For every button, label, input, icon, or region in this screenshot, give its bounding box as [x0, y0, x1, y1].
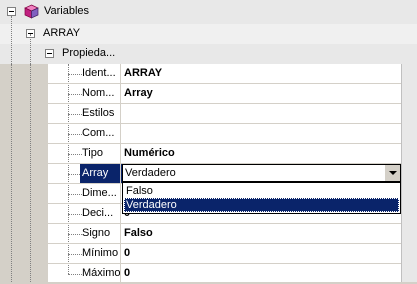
tree-row-variables[interactable]: Variables — [0, 0, 417, 24]
array-combobox[interactable]: Verdadero — [122, 164, 401, 182]
property-value: 0 — [124, 247, 131, 259]
property-row-minimo[interactable]: Mínimo 0 — [48, 244, 401, 264]
property-name: Estilos — [82, 107, 115, 119]
property-value: 0 — [124, 267, 131, 279]
tree-gutter — [0, 64, 48, 282]
property-row-array[interactable]: Array Verdadero — [48, 164, 401, 184]
dropdown-option-label: Verdadero — [126, 199, 177, 211]
property-value: Array — [124, 87, 153, 99]
tree-connector — [11, 64, 12, 282]
tree-label-propiedades: Propieda... — [62, 47, 116, 59]
property-row-comentario[interactable]: Com... — [48, 124, 401, 144]
property-row-nombre[interactable]: Nom... Array — [48, 84, 401, 104]
property-row-tipo[interactable]: Tipo Numérico — [48, 144, 401, 164]
property-value: ARRAY — [124, 67, 163, 79]
variables-cube-icon — [24, 4, 39, 19]
tree-row-array[interactable]: ARRAY — [0, 24, 417, 44]
dropdown-option-falso[interactable]: Falso — [124, 184, 399, 198]
property-name-selected: Array — [80, 164, 122, 183]
property-name: Com... — [82, 127, 115, 139]
property-row-identificador[interactable]: Ident... ARRAY — [48, 64, 401, 84]
collapse-toggle-variables[interactable] — [7, 7, 16, 16]
property-row-signo[interactable]: Signo Falso — [48, 224, 401, 244]
property-value: Numérico — [124, 147, 175, 159]
tree-row-propiedades[interactable]: Propieda... — [0, 44, 417, 64]
combobox-value: Verdadero — [125, 167, 176, 179]
tree-label-array: ARRAY — [43, 27, 81, 39]
dropdown-option-label: Falso — [126, 185, 153, 197]
tree-label-variables: Variables — [44, 5, 90, 17]
array-dropdown-list: Falso Verdadero — [122, 182, 401, 214]
vertical-scrollbar-track[interactable] — [401, 64, 417, 282]
property-value: Falso — [124, 227, 153, 239]
property-grid: Ident... ARRAY Nom... Array Estilos Com.… — [48, 64, 417, 284]
collapse-toggle-propiedades[interactable] — [45, 49, 54, 58]
dropdown-option-verdadero[interactable]: Verdadero — [124, 198, 399, 212]
combobox-dropdown-button[interactable] — [384, 165, 400, 181]
tree-connector — [30, 64, 31, 282]
chevron-down-icon — [389, 171, 397, 175]
property-row-maximo[interactable]: Máximo 0 — [48, 264, 401, 284]
property-row-estilos[interactable]: Estilos — [48, 104, 401, 124]
